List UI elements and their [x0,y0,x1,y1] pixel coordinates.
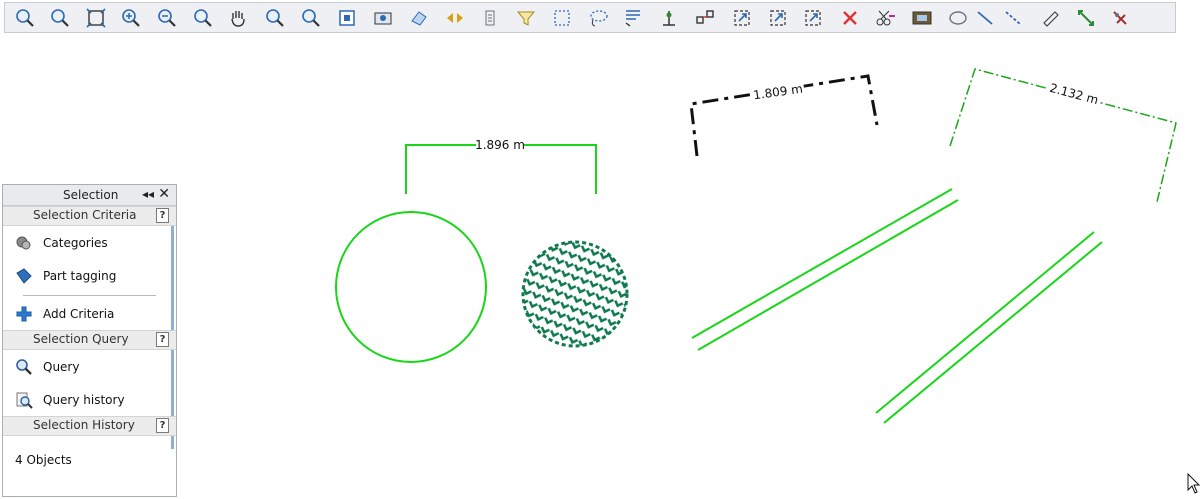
dimension-circle[interactable]: 1.896 m [405,137,597,194]
mouse-cursor-icon [1187,473,1201,494]
selection-panel: Selection ◂◂ ✕ Selection Criteria ? Cate… [2,184,177,497]
dimension-right[interactable]: 2.132 m [949,68,1177,203]
help-button-query[interactable]: ? [156,332,169,347]
drawing-canvas[interactable]: 1.896 m 1.809 m 2.132 m [0,0,1204,499]
panel-title: Selection [63,188,119,202]
selection-count: 4 Objects [15,453,72,467]
section-selection-query[interactable]: Selection Query ? [3,330,176,350]
hatched-circle[interactable] [520,240,630,350]
section-selection-history[interactable]: Selection History ? [3,416,176,436]
query-history-item[interactable]: Query history [3,383,176,416]
circle-outline[interactable] [335,211,487,363]
divider [23,295,156,296]
magnifier-icon [16,359,32,375]
collapse-panel-button[interactable]: ◂◂ [142,187,154,201]
query-history-icon [16,392,33,409]
categories-label: Categories [43,236,108,250]
help-button-criteria[interactable]: ? [156,208,169,223]
plus-icon [16,306,32,322]
part-tagging-label: Part tagging [43,269,117,283]
help-button-history[interactable]: ? [156,418,169,433]
categories-item[interactable]: Categories [3,226,176,259]
dimension-label-circle: 1.896 m [475,138,525,152]
close-panel-button[interactable]: ✕ [158,186,170,202]
section-title-criteria: Selection Criteria [33,208,137,222]
panel-titlebar: Selection ◂◂ ✕ [3,185,176,206]
line-pair-2[interactable] [875,231,1103,424]
dimension-rect[interactable]: 1.809 m [689,74,879,157]
section-title-history: Selection History [33,418,135,432]
tag-icon [16,268,32,284]
section-selection-criteria[interactable]: Selection Criteria ? [3,206,176,226]
add-criteria-label: Add Criteria [43,307,115,321]
query-label: Query [43,360,80,374]
add-criteria-item[interactable]: Add Criteria [3,297,176,330]
line-pair-1[interactable] [691,188,959,351]
query-history-label: Query history [43,393,125,407]
categories-icon [16,236,31,250]
part-tagging-item[interactable]: Part tagging [3,259,176,292]
section-title-query: Selection Query [33,332,129,346]
query-item[interactable]: Query [3,350,176,383]
